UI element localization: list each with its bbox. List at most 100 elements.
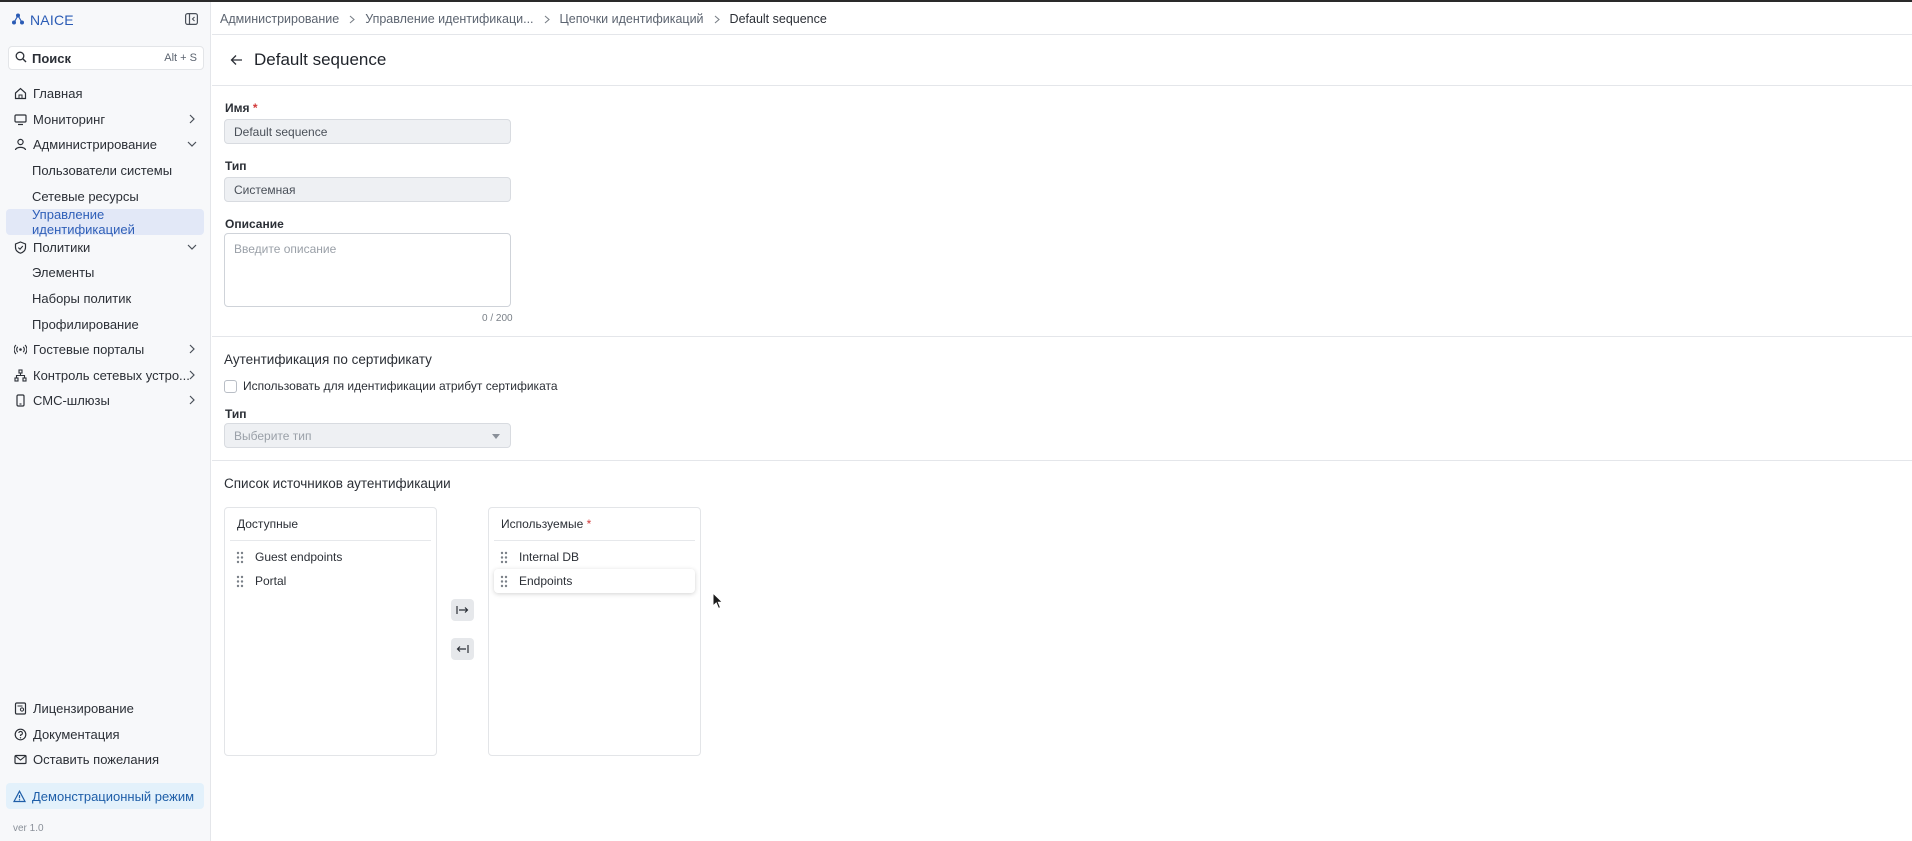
drag-handle-icon[interactable] xyxy=(500,550,510,564)
arrow-left-bar-icon xyxy=(456,642,469,657)
used-sources-header: Используемые * xyxy=(494,508,695,541)
chevron-right-icon xyxy=(186,343,198,355)
list-item[interactable]: Internal DB xyxy=(494,545,695,569)
logo-icon xyxy=(12,13,24,28)
sidebar-item-label: Контроль сетевых устро... xyxy=(33,367,190,383)
breadcrumb-item[interactable]: Управление идентификаци... xyxy=(365,12,533,26)
list-item-label: Guest endpoints xyxy=(255,550,343,564)
page-header: Default sequence xyxy=(228,50,386,70)
sidebar-item-identity-management[interactable]: Управление идентификацией xyxy=(6,206,204,237)
drag-handle-icon[interactable] xyxy=(500,574,510,588)
sidebar-item-feedback[interactable]: Оставить пожелания xyxy=(6,747,204,773)
chevron-right-icon xyxy=(186,369,198,381)
sources-section-title: Список источников аутентификации xyxy=(224,476,451,491)
cert-type-placeholder: Выберите тип xyxy=(234,428,312,443)
list-item[interactable]: Guest endpoints xyxy=(230,545,431,569)
sidebar-item-policies[interactable]: Политики xyxy=(6,235,204,261)
sidebar-item-network-resources[interactable]: Сетевые ресурсы xyxy=(6,183,204,209)
warning-icon xyxy=(13,789,26,803)
sidebar-item-documentation[interactable]: Документация xyxy=(6,722,204,748)
description-label: Описание xyxy=(225,217,284,231)
sidebar-item-label: Наборы политик xyxy=(32,291,132,307)
sidebar-item-label: Пользователи системы xyxy=(32,163,173,179)
sidebar-item-label: СМС-шлюзы xyxy=(33,393,110,409)
caret-down-icon xyxy=(492,434,500,439)
sidebar-item-network-device-control[interactable]: Контроль сетевых устро... xyxy=(6,363,204,389)
sidebar-item-licensing[interactable]: Лицензирование xyxy=(6,696,204,722)
chevron-right-icon xyxy=(713,15,721,24)
list-item-label: Internal DB xyxy=(519,550,580,564)
used-sources-label: Используемые xyxy=(501,517,584,531)
shield-icon xyxy=(13,240,27,254)
phone-icon xyxy=(13,394,27,408)
cert-type-label: Тип xyxy=(225,407,247,421)
cert-attribute-checkbox-row[interactable]: Использовать для идентификации атрибут с… xyxy=(224,379,558,393)
sidebar-item-label: Лицензирование xyxy=(33,701,134,717)
sidebar-item-label: Оставить пожелания xyxy=(33,752,160,768)
required-mark: * xyxy=(252,101,258,115)
sidebar: NAICE Поиск Alt + S Главная Мониторинг А… xyxy=(0,2,211,841)
cert-type-select[interactable]: Выберите тип xyxy=(224,423,511,448)
name-label-text: Имя xyxy=(225,101,250,115)
chevron-down-icon xyxy=(186,241,198,253)
sidebar-nav: Главная Мониторинг Администрирование Пол… xyxy=(6,81,204,414)
move-to-available-button[interactable] xyxy=(451,638,474,660)
demo-mode-badge[interactable]: Демонстрационный режим xyxy=(6,783,204,809)
sidebar-item-sms-gateways[interactable]: СМС-шлюзы xyxy=(6,388,204,414)
list-item-label: Endpoints xyxy=(519,574,573,588)
sidebar-item-profiling[interactable]: Профилирование xyxy=(6,311,204,337)
sidebar-item-label: Элементы xyxy=(32,265,95,281)
brand[interactable]: NAICE xyxy=(12,11,74,29)
network-icon xyxy=(13,368,27,382)
sidebar-item-label: Управление идентификацией xyxy=(32,206,135,237)
cert-attribute-checkbox[interactable] xyxy=(224,379,237,393)
chevron-right-icon xyxy=(543,15,551,24)
description-field[interactable]: Введите описание xyxy=(224,233,511,307)
mouse-cursor-icon xyxy=(712,591,724,613)
sidebar-item-elements[interactable]: Элементы xyxy=(6,260,204,286)
sidebar-item-label: Сетевые ресурсы xyxy=(32,188,139,204)
sidebar-item-system-users[interactable]: Пользователи системы xyxy=(6,158,204,184)
header-divider xyxy=(212,34,1912,35)
brand-name: NAICE xyxy=(30,12,74,28)
search-input[interactable]: Поиск Alt + S xyxy=(8,46,204,70)
sidebar-collapse-icon[interactable] xyxy=(184,12,198,26)
search-shortcut: Alt + S xyxy=(164,52,197,64)
move-to-used-button[interactable] xyxy=(451,599,474,621)
sidebar-item-label: Мониторинг xyxy=(33,111,106,127)
name-field[interactable]: Default sequence xyxy=(224,119,511,144)
section-divider xyxy=(212,336,1912,337)
sidebar-item-label: Администрирование xyxy=(33,137,157,153)
sidebar-item-monitoring[interactable]: Мониторинг xyxy=(6,107,204,133)
help-icon xyxy=(13,727,27,741)
sidebar-item-administration[interactable]: Администрирование xyxy=(6,132,204,158)
required-mark: * xyxy=(586,517,592,531)
breadcrumb-item[interactable]: Цепочки идентификаций xyxy=(560,12,704,26)
sidebar-item-label: Документация xyxy=(33,726,120,742)
home-icon xyxy=(13,87,27,101)
section-divider xyxy=(212,460,1912,461)
breadcrumb-item[interactable]: Администрирование xyxy=(220,12,339,26)
breadcrumb: Администрирование Управление идентификац… xyxy=(220,10,827,28)
breadcrumb-current: Default sequence xyxy=(729,12,827,26)
mail-icon xyxy=(13,753,27,767)
version-label: ver 1.0 xyxy=(13,823,44,834)
list-item[interactable]: Portal xyxy=(230,569,431,593)
main-content: Администрирование Управление идентификац… xyxy=(212,2,1912,841)
chevron-down-icon xyxy=(186,138,198,150)
list-item-dragging[interactable]: Endpoints xyxy=(494,569,695,593)
cert-attribute-checkbox-label: Использовать для идентификации атрибут с… xyxy=(243,379,558,393)
sidebar-item-policy-sets[interactable]: Наборы политик xyxy=(6,286,204,312)
cert-section-title: Аутентификация по сертификату xyxy=(224,352,432,367)
search-label: Поиск xyxy=(32,50,72,66)
type-field[interactable]: Системная xyxy=(224,177,511,202)
back-arrow-icon[interactable] xyxy=(228,52,244,68)
sidebar-item-label: Главная xyxy=(33,86,83,102)
drag-handle-icon[interactable] xyxy=(236,574,246,588)
used-sources-panel: Используемые * Internal DB Endpoints xyxy=(488,507,701,756)
sidebar-item-guest-portals[interactable]: Гостевые порталы xyxy=(6,337,204,363)
user-icon xyxy=(13,138,27,152)
sidebar-item-home[interactable]: Главная xyxy=(6,81,204,107)
drag-handle-icon[interactable] xyxy=(236,550,246,564)
available-sources-panel: Доступные Guest endpoints Portal xyxy=(224,507,437,756)
